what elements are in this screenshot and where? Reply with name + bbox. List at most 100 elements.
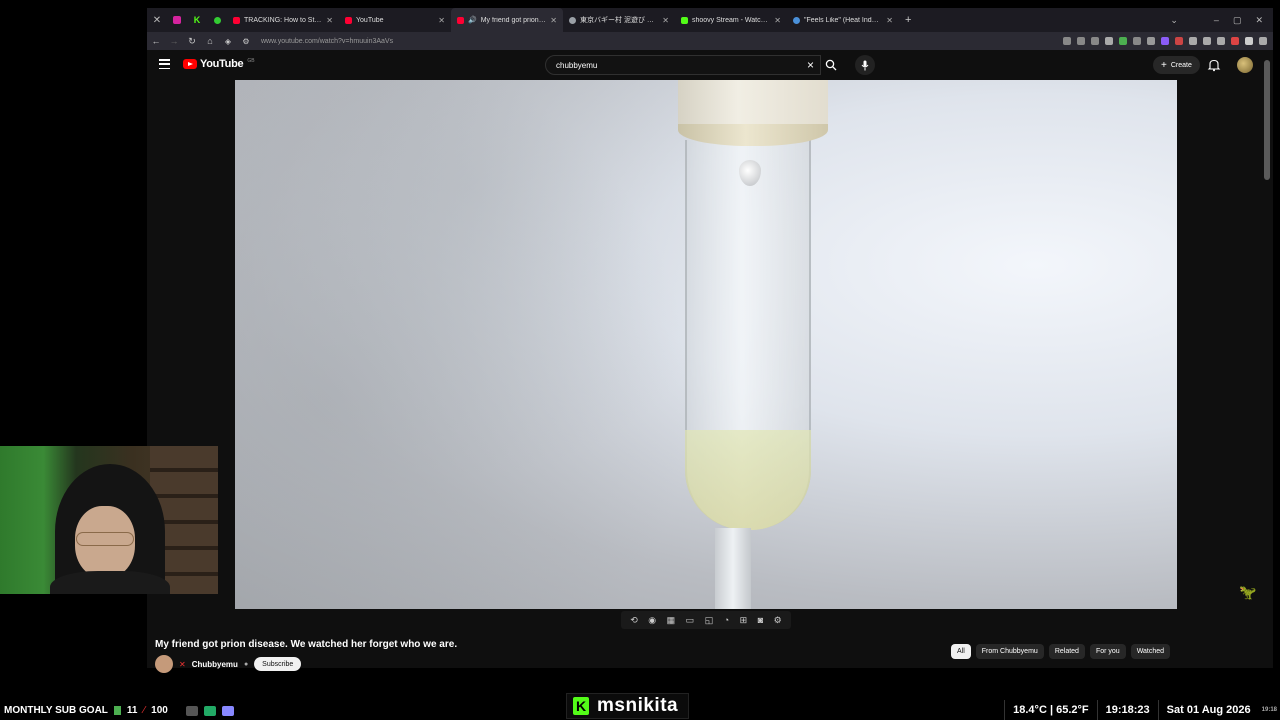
new-tab-plus-icon[interactable]: + <box>899 14 917 26</box>
sub-goal-widget: MONTHLY SUB GOAL 11 ⁄ 100 <box>0 700 168 720</box>
audio-icon[interactable]: ◉ <box>648 615 656 626</box>
taskbar-app-icon[interactable] <box>204 706 216 716</box>
green-pinned-tab[interactable] <box>207 8 227 32</box>
corner-time: 19:18 <box>1261 707 1277 713</box>
popup-player-icon[interactable]: ◱ <box>705 615 714 626</box>
channel-name[interactable]: Chubbyemu <box>192 660 238 669</box>
sub-target-count: 100 <box>151 704 168 716</box>
chip-watched[interactable]: Watched <box>1130 644 1171 659</box>
related-filter-chips: All From Chubbyemu Related For you Watch… <box>951 644 1171 659</box>
close-tab-icon[interactable]: ✕ <box>774 16 781 25</box>
minimize-icon[interactable]: – <box>1214 15 1219 25</box>
temperature-readout: 18.4°C | 65.2°F <box>1004 700 1096 720</box>
cinema-mode-icon[interactable]: ▦ <box>667 615 676 626</box>
apps-grid-icon[interactable] <box>1091 37 1099 45</box>
youtube-favicon-icon <box>345 16 352 24</box>
clear-search-icon[interactable]: × <box>807 58 814 72</box>
x-pinned-tab[interactable]: ✕ <box>147 8 167 32</box>
tab-buggy-village[interactable]: 東京バギー村 泥遊び 泥撮影 - Y ✕ <box>563 8 675 32</box>
chip-from-channel[interactable]: From Chubbyemu <box>975 644 1044 659</box>
picture-in-picture-icon[interactable] <box>1077 37 1085 45</box>
video-title: My friend got prion disease. We watched … <box>155 639 458 650</box>
search-value: chubbyemu <box>556 61 598 70</box>
menu-hamburger-icon[interactable] <box>1259 37 1267 45</box>
back-arrow-icon[interactable]: ← <box>147 32 165 50</box>
search-input[interactable]: chubbyemu × <box>545 55 821 75</box>
tab-shoovy-stream[interactable]: shoovy Stream - Watch Live on ✕ <box>675 8 787 32</box>
search-icon <box>825 59 837 71</box>
globe-favicon-icon <box>793 16 800 24</box>
browser-window: ✕ K TRACKING: How to Stick an IMA ✕ YouT… <box>147 8 1273 673</box>
kick-username: msnikita <box>597 695 679 716</box>
theater-icon[interactable]: ▭ <box>686 615 695 626</box>
shield-icon[interactable]: ◈ <box>219 32 237 50</box>
extension-icon[interactable] <box>1161 37 1169 45</box>
close-icon[interactable]: ✕ <box>179 660 186 669</box>
expand-icon[interactable]: ⊞ <box>740 615 748 626</box>
tab-prion-video[interactable]: 🔊 My friend got prion disease ✕ <box>451 8 563 32</box>
search-button[interactable] <box>819 55 843 75</box>
extension-icon[interactable] <box>1245 37 1253 45</box>
tab-tracking[interactable]: TRACKING: How to Stick an IMA ✕ <box>227 8 339 32</box>
guide-menu-icon[interactable] <box>159 59 170 69</box>
download-icon[interactable] <box>1119 37 1127 45</box>
close-tab-icon[interactable]: ✕ <box>438 16 445 25</box>
close-tab-icon[interactable]: ✕ <box>886 16 893 25</box>
instagram-pinned-tab[interactable] <box>167 8 187 32</box>
home-icon[interactable]: ⌂ <box>201 32 219 50</box>
youtube-play-logo-icon <box>183 59 197 69</box>
bookmark-star-icon[interactable] <box>1105 37 1113 45</box>
reload-icon[interactable]: ↻ <box>183 32 201 50</box>
kick-logo-icon: K <box>573 697 589 715</box>
extension-icon[interactable] <box>1231 37 1239 45</box>
tab-youtube[interactable]: YouTube ✕ <box>339 8 451 32</box>
create-button[interactable]: + Create <box>1153 56 1200 74</box>
url-bar[interactable]: www.youtube.com/watch?v=hmuuin3AaVs <box>261 38 393 45</box>
close-tab-icon[interactable]: ✕ <box>662 16 669 25</box>
tab-heat-index[interactable]: "Feels Like" (Heat Index) Tempe ✕ <box>787 8 899 32</box>
screenshot-camera-icon[interactable]: ◙ <box>758 615 763 625</box>
maximize-icon[interactable]: ▢ <box>1233 15 1242 26</box>
youtube-favicon-icon <box>457 16 464 24</box>
dinosaur-mascot-icon: 🦖 <box>1239 584 1257 600</box>
extension-icon[interactable] <box>1175 37 1183 45</box>
taskbar-app-icon[interactable] <box>186 706 198 716</box>
chip-all[interactable]: All <box>951 644 971 659</box>
date-readout: Sat 01 Aug 2026 <box>1157 700 1259 720</box>
youtube-logo[interactable]: YouTube GB <box>183 58 255 70</box>
audio-playing-icon[interactable]: 🔊 <box>468 16 477 24</box>
extension-icon[interactable] <box>1203 37 1211 45</box>
microphone-icon <box>861 60 869 70</box>
verified-check-icon: ● <box>243 660 249 668</box>
webcam-overlay <box>0 446 218 594</box>
close-tab-icon[interactable]: ✕ <box>550 16 557 25</box>
notifications-bell-icon[interactable] <box>1207 58 1221 72</box>
extension-icon[interactable] <box>1189 37 1197 45</box>
reader-view-icon[interactable] <box>1063 37 1071 45</box>
screenshot-icon[interactable] <box>1133 37 1141 45</box>
chip-related[interactable]: Related <box>1048 644 1085 659</box>
voice-search-button[interactable] <box>855 55 875 75</box>
loop-icon[interactable]: ⟲ <box>630 615 638 626</box>
close-window-icon[interactable]: ✕ <box>1255 15 1263 26</box>
stream-status-bar: 18.4°C | 65.2°F 19:18:23 Sat 01 Aug 2026… <box>1004 700 1280 720</box>
video-player[interactable] <box>235 80 1177 609</box>
chip-for-you[interactable]: For you <box>1089 644 1126 659</box>
speed-icon[interactable]: ◔ <box>724 615 729 625</box>
subscribe-button[interactable]: Subscribe <box>254 657 302 671</box>
page-settings-icon[interactable]: ⚙ <box>237 32 255 50</box>
list-all-tabs-chevron-icon[interactable]: ⌄ <box>1170 15 1178 26</box>
channel-avatar[interactable] <box>155 655 173 673</box>
taskbar-app-icon[interactable] <box>222 706 234 716</box>
close-tab-icon[interactable]: ✕ <box>326 16 333 25</box>
kick-pinned-tab[interactable]: K <box>187 8 207 32</box>
taskbar-icons <box>186 706 234 716</box>
kick-username-badge: K msnikita <box>566 693 690 719</box>
page-scrollbar[interactable] <box>1264 60 1270 670</box>
sub-goal-label: MONTHLY SUB GOAL <box>4 704 108 716</box>
forward-arrow-icon[interactable]: → <box>165 32 183 50</box>
settings-gear-icon[interactable]: ⚙ <box>774 615 782 626</box>
account-avatar[interactable] <box>1237 57 1253 73</box>
puzzle-extensions-icon[interactable] <box>1217 37 1225 45</box>
extension-icon[interactable] <box>1147 37 1155 45</box>
